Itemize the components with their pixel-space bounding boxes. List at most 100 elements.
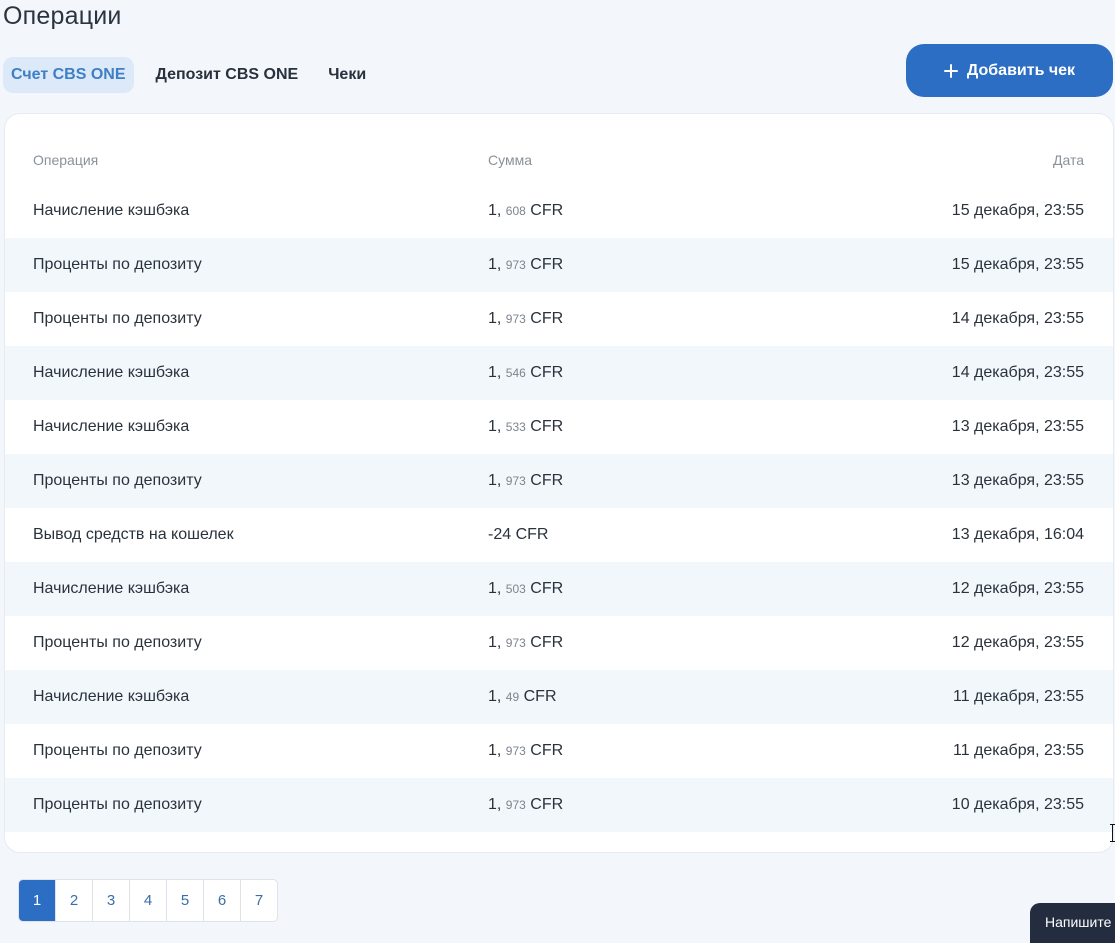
operation-cell: Проценты по депозиту bbox=[33, 634, 202, 651]
page-button-7[interactable]: 7 bbox=[240, 880, 277, 921]
amount-cell: 1, 49 CFR bbox=[488, 670, 557, 724]
operation-cell: Начисление кэшбэка bbox=[33, 418, 190, 435]
text-cursor-icon bbox=[1110, 824, 1115, 842]
amount-currency: CFR bbox=[530, 634, 564, 651]
amount-integer: 1, bbox=[488, 418, 506, 435]
page-button-4[interactable]: 4 bbox=[129, 880, 166, 921]
table-body: Начисление кэшбэка 1, 608 CFR 15 декабря, … bbox=[5, 184, 1113, 832]
date-cell: 10 декабря, 23:55 bbox=[951, 796, 1084, 813]
header-operation: Операция bbox=[33, 152, 99, 168]
amount-cell: 1, 973 CFR bbox=[488, 454, 563, 508]
amount-currency: CFR bbox=[530, 472, 564, 489]
amount-integer: 1, bbox=[488, 580, 506, 597]
table-row[interactable]: Начисление кэшбэка 1, 533 CFR 13 декабря, … bbox=[5, 400, 1113, 454]
tab-checks[interactable]: Чеки bbox=[320, 57, 374, 93]
date-cell: 14 декабря, 23:55 bbox=[951, 310, 1084, 327]
add-check-label: Добавить чек bbox=[966, 61, 1076, 79]
amount-integer: 1, bbox=[488, 310, 506, 327]
operation-cell: Проценты по депозиту bbox=[33, 310, 202, 327]
table-row[interactable]: Начисление кэшбэка 1, 608 CFR 15 декабря, … bbox=[5, 184, 1113, 238]
operation-cell: Начисление кэшбэка bbox=[33, 364, 190, 381]
operation-cell: Начисление кэшбэка bbox=[33, 688, 190, 705]
page-title: Операции bbox=[3, 2, 122, 30]
amount-integer: 1, bbox=[488, 202, 506, 219]
amount-fraction: 608 bbox=[505, 204, 526, 218]
amount-currency: CFR bbox=[530, 742, 564, 759]
amount-integer: -24 bbox=[488, 526, 512, 543]
page-button-3[interactable]: 3 bbox=[92, 880, 129, 921]
page-button-6[interactable]: 6 bbox=[203, 880, 240, 921]
amount-fraction: 973 bbox=[505, 798, 526, 812]
amount-cell: 1, 973 CFR bbox=[488, 724, 563, 778]
amount-integer: 1, bbox=[488, 742, 506, 759]
amount-cell: 1, 973 CFR bbox=[488, 616, 563, 670]
date-cell: 11 декабря, 23:55 bbox=[952, 688, 1084, 705]
table-row[interactable]: Начисление кэшбэка 1, 546 CFR 14 декабря, … bbox=[5, 346, 1113, 400]
table-row[interactable]: Проценты по депозиту 1, 973 CFR 14 декабря… bbox=[5, 292, 1113, 346]
amount-currency: CFR bbox=[530, 202, 564, 219]
operations-table: Операция Сумма Дата Начисление кэшбэка 1,… bbox=[4, 113, 1114, 853]
amount-fraction: 973 bbox=[505, 258, 526, 272]
operation-cell: Проценты по депозиту bbox=[33, 742, 202, 759]
table-row[interactable]: Начисление кэшбэка 1, 503 CFR 12 декабря, … bbox=[5, 562, 1113, 616]
table-row[interactable]: Проценты по депозиту 1, 973 CFR 10 декабря… bbox=[5, 778, 1113, 832]
date-cell: 14 декабря, 23:55 bbox=[951, 364, 1084, 381]
amount-integer: 1, bbox=[488, 688, 506, 705]
amount-integer: 1, bbox=[488, 634, 506, 651]
amount-cell: -24 CFR bbox=[488, 508, 548, 562]
add-check-button[interactable]: Добавить чек bbox=[906, 44, 1113, 97]
date-cell: 13 декабря, 16:04 bbox=[951, 526, 1084, 543]
header-date: Дата bbox=[1052, 152, 1084, 168]
amount-integer: 1, bbox=[488, 472, 506, 489]
amount-cell: 1, 973 CFR bbox=[488, 292, 563, 346]
date-cell: 15 декабря, 23:55 bbox=[951, 202, 1084, 219]
table-header: Операция Сумма Дата bbox=[5, 114, 1113, 184]
amount-currency: CFR bbox=[530, 364, 564, 381]
operation-cell: Вывод средств на кошелек bbox=[33, 526, 234, 543]
table-row[interactable]: Начисление кэшбэка 1, 49 CFR 11 декабря, 2… bbox=[5, 670, 1113, 724]
tab-deposit-cbs-one[interactable]: Депозит CBS ONE bbox=[148, 57, 307, 93]
amount-currency: CFR bbox=[530, 310, 564, 327]
amount-fraction: 973 bbox=[505, 636, 526, 650]
amount-cell: 1, 546 CFR bbox=[488, 346, 563, 400]
date-cell: 11 декабря, 23:55 bbox=[952, 742, 1084, 759]
page-button-1[interactable]: 1 bbox=[19, 880, 55, 921]
operation-cell: Проценты по депозиту bbox=[33, 472, 202, 489]
amount-fraction: 973 bbox=[505, 474, 526, 488]
header-amount: Сумма bbox=[488, 152, 532, 168]
date-cell: 13 декабря, 23:55 bbox=[951, 418, 1084, 435]
amount-cell: 1, 608 CFR bbox=[488, 184, 563, 238]
table-row[interactable]: Вывод средств на кошелек -24 CFR 13 декабр… bbox=[5, 508, 1113, 562]
amount-fraction: 49 bbox=[505, 690, 520, 704]
tabs: Счет CBS ONE Депозит CBS ONE Чеки bbox=[3, 57, 388, 93]
date-cell: 15 декабря, 23:55 bbox=[951, 256, 1084, 273]
amount-cell: 1, 503 CFR bbox=[488, 562, 563, 616]
amount-cell: 1, 533 CFR bbox=[488, 400, 563, 454]
amount-currency: CFR bbox=[530, 256, 564, 273]
table-row[interactable]: Проценты по депозиту 1, 973 CFR 13 декабря… bbox=[5, 454, 1113, 508]
amount-integer: 1, bbox=[488, 796, 506, 813]
pagination: 1234567 bbox=[18, 879, 278, 922]
amount-fraction: 973 bbox=[505, 312, 526, 326]
table-row[interactable]: Проценты по депозиту 1, 973 CFR 12 декабря… bbox=[5, 616, 1113, 670]
page-button-5[interactable]: 5 bbox=[166, 880, 203, 921]
amount-currency: CFR bbox=[523, 688, 557, 705]
table-row[interactable]: Проценты по депозиту 1, 973 CFR 15 декабря… bbox=[5, 238, 1113, 292]
page-button-2[interactable]: 2 bbox=[55, 880, 92, 921]
table-row[interactable]: Проценты по депозиту 1, 973 CFR 11 декабря… bbox=[5, 724, 1113, 778]
amount-currency: CFR bbox=[530, 796, 564, 813]
amount-cell: 1, 973 CFR bbox=[488, 778, 563, 832]
plus-icon bbox=[943, 63, 958, 78]
amount-currency: CFR bbox=[515, 526, 549, 543]
operation-cell: Начисление кэшбэка bbox=[33, 202, 190, 219]
amount-fraction: 533 bbox=[505, 420, 526, 434]
amount-fraction: 973 bbox=[505, 744, 526, 758]
operation-cell: Проценты по депозиту bbox=[33, 796, 202, 813]
date-cell: 13 декабря, 23:55 bbox=[951, 472, 1084, 489]
amount-currency: CFR bbox=[530, 580, 564, 597]
tab-account-cbs-one[interactable]: Счет CBS ONE bbox=[3, 57, 134, 93]
amount-currency: CFR bbox=[530, 418, 564, 435]
chat-widget-button[interactable]: Напишите bbox=[1030, 903, 1115, 943]
operation-cell: Начисление кэшбэка bbox=[33, 580, 190, 597]
amount-fraction: 546 bbox=[505, 366, 526, 380]
